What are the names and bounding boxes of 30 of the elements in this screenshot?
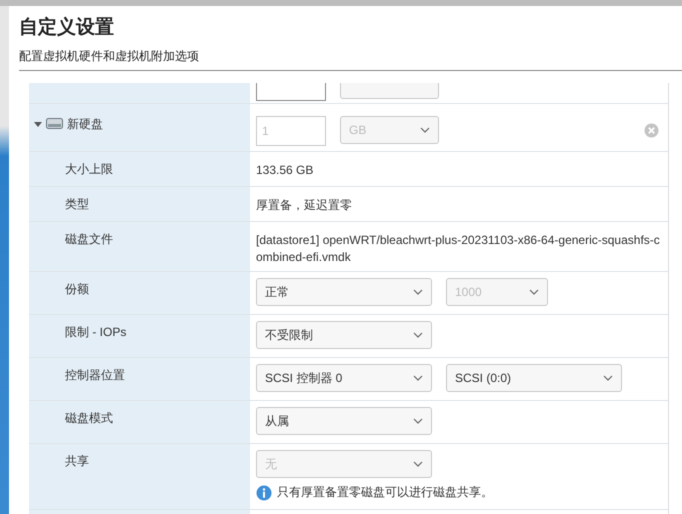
dropdown[interactable]: SCSI 控制器 0 xyxy=(256,364,432,392)
field-label: 共享 xyxy=(65,454,89,468)
field-label: 磁盘模式 xyxy=(65,411,113,425)
chevron-down-icon xyxy=(413,289,423,295)
disk-label: 新硬盘 xyxy=(67,116,103,133)
info-icon xyxy=(256,484,272,500)
chevron-down-icon xyxy=(413,332,423,338)
dropdown[interactable]: 正常 xyxy=(256,278,432,306)
field-label: 控制器位置 xyxy=(65,368,125,382)
field-label: 份额 xyxy=(65,282,89,296)
info-note: 只有厚置备置零磁盘可以进行磁盘共享。 xyxy=(277,484,493,501)
chevron-down-icon xyxy=(420,127,430,133)
chevron-down-icon xyxy=(413,375,423,381)
field-value: [datastore1] openWRT/bleachwrt-plus-20231103-x86-64-generic-squashfs-combined-efi.vmdk xyxy=(256,232,661,266)
dropdown[interactable]: SCSI (0:0) xyxy=(446,364,622,392)
dialog-subtitle: 配置虚拟机硬件和虚拟机附加选项 xyxy=(19,48,200,64)
field-label: 大小上限 xyxy=(65,162,113,176)
expand-caret-icon[interactable] xyxy=(34,120,42,128)
chevron-down-icon xyxy=(413,461,423,467)
field-value: 厚置备，延迟置零 xyxy=(256,197,352,214)
field-label: 限制 - IOPs xyxy=(65,325,126,339)
field-label: 磁盘文件 xyxy=(65,232,113,246)
field-label: 类型 xyxy=(65,197,89,211)
dropdown[interactable]: 不受限制 xyxy=(256,321,432,349)
dropdown[interactable]: 从属 xyxy=(256,407,432,435)
chevron-down-icon xyxy=(413,418,423,424)
dialog-title: 自定义设置 xyxy=(19,16,115,40)
chevron-down-icon xyxy=(603,375,613,381)
field-value: 133.56 GB xyxy=(256,162,314,179)
chevron-down-icon xyxy=(529,289,539,295)
